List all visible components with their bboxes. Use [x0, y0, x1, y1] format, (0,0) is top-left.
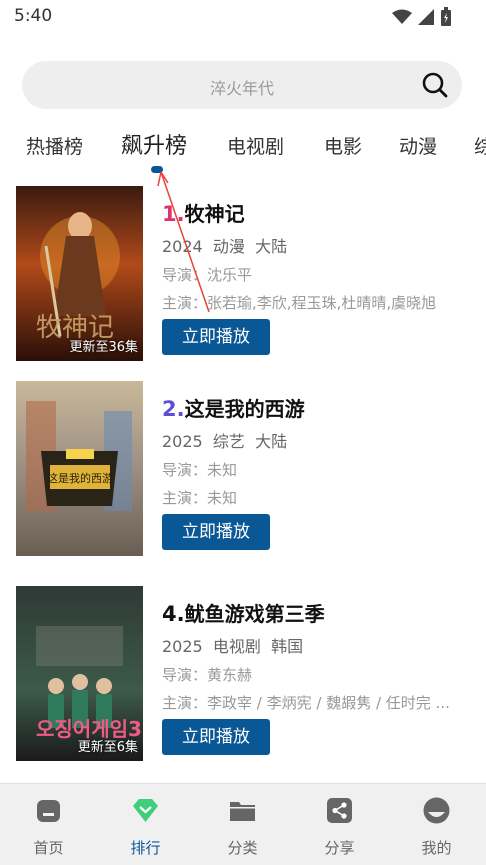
region: 大陆	[255, 432, 288, 451]
play-button[interactable]: 立即播放	[162, 514, 270, 550]
nav-label: 分享	[324, 839, 355, 857]
director-label: 导演：	[162, 666, 208, 684]
nav-profile[interactable]: 我的	[388, 784, 485, 865]
nav-label: 分类	[227, 839, 258, 857]
cast-line: 主演：张若瑜,李欣,程玉珠,杜晴晴,虞晓旭	[162, 292, 462, 313]
category-tabs: 热播榜 飙升榜 电视剧 电影 动漫 综	[0, 126, 486, 166]
profile-icon	[423, 797, 450, 824]
genre: 综艺	[212, 432, 245, 451]
item-title: 2.这是我的西游	[162, 393, 305, 422]
search-input[interactable]: 淬火年代	[22, 75, 462, 99]
episode-badge: 更新至36集	[69, 340, 138, 355]
director-line: 导演：沈乐平	[162, 264, 252, 285]
cast-label: 主演：	[162, 294, 208, 312]
rank-icon	[133, 799, 158, 822]
item-meta: 2025 电视剧 韩国	[162, 633, 303, 657]
nav-label: 排行	[130, 839, 161, 857]
cast-line: 主演：未知	[162, 487, 462, 508]
status-bar: 5:40	[0, 0, 486, 34]
episode-badge: 更新至6集	[77, 740, 138, 755]
genre: 动漫	[212, 237, 245, 256]
battery-icon	[441, 7, 451, 26]
director-label: 导演：	[162, 461, 208, 479]
genre: 电视剧	[212, 637, 261, 656]
list-item[interactable]: 오징어게임3 更新至6集 4.鱿鱼游戏第三季 2025 电视剧 韩国 导演：黄东…	[0, 580, 486, 761]
director-value: 黄东赫	[207, 666, 253, 684]
cast-value: 未知	[207, 489, 238, 507]
search-icon[interactable]	[422, 72, 448, 98]
cast-label: 主演：	[162, 489, 208, 507]
tab-movie[interactable]: 电影	[324, 132, 362, 159]
poster-image[interactable]: 这是我的西游	[16, 381, 143, 556]
status-time: 5:40	[14, 6, 53, 26]
year: 2025	[162, 637, 203, 656]
list-item[interactable]: 牧神记 更新至36集 1.牧神记 2024 动漫 大陆 导演：沈乐平 主演：张若…	[0, 180, 486, 361]
rank-number: 1.	[162, 202, 185, 226]
nav-home[interactable]: 首页	[0, 784, 97, 865]
play-button[interactable]: 立即播放	[162, 319, 270, 355]
director-label: 导演：	[162, 266, 208, 284]
director-line: 导演：未知	[162, 459, 237, 480]
rank-number: 2.	[162, 397, 185, 421]
poster-image[interactable]: 오징어게임3 更新至6集	[16, 586, 143, 761]
cast-value: 李政宰 / 李炳宪 / 魏嘏隽 / 任时完 ...	[207, 694, 450, 712]
status-icons	[392, 7, 452, 27]
nav-label: 首页	[33, 839, 64, 857]
poster-art: 这是我的西游	[16, 381, 143, 556]
wifi-icon	[392, 9, 412, 24]
title-text: 这是我的西游	[184, 397, 305, 421]
cast-label: 主演：	[162, 694, 208, 712]
title-text: 鱿鱼游戏第三季	[184, 602, 325, 626]
nav-category[interactable]: 分类	[194, 784, 291, 865]
tab-hot[interactable]: 热播榜	[26, 132, 83, 159]
svg-text:这是我的西游: 这是我的西游	[47, 471, 113, 485]
cast-value: 张若瑜,李欣,程玉珠,杜晴晴,虞晓旭	[207, 294, 437, 312]
director-value: 未知	[207, 461, 238, 479]
year: 2025	[162, 432, 203, 451]
year: 2024	[162, 237, 203, 256]
region: 大陆	[255, 237, 288, 256]
item-meta: 2025 综艺 大陆	[162, 428, 287, 452]
nav-rank[interactable]: 排行	[97, 784, 194, 865]
poster-image[interactable]: 牧神记 更新至36集	[16, 186, 143, 361]
bottom-nav: 首页 排行 分类 分享 我的	[0, 783, 486, 865]
item-title: 1.牧神记	[162, 198, 245, 227]
tab-variety[interactable]: 综	[474, 132, 486, 159]
tab-tv[interactable]: 电视剧	[227, 132, 284, 159]
search-bar[interactable]: 淬火年代	[22, 61, 462, 109]
cast-line: 主演：李政宰 / 李炳宪 / 魏嘏隽 / 任时完 ...	[162, 692, 462, 713]
list-item[interactable]: 这是我的西游 2.这是我的西游 2025 综艺 大陆 导演：未知 主演：未知 立…	[0, 375, 486, 556]
play-button[interactable]: 立即播放	[162, 719, 270, 755]
director-value: 沈乐平	[207, 266, 253, 284]
tab-indicator	[151, 166, 163, 173]
tab-rising[interactable]: 飙升榜	[121, 128, 187, 160]
rank-number: 4.	[162, 602, 185, 626]
signal-icon	[418, 9, 434, 25]
director-line: 导演：黄东赫	[162, 664, 252, 685]
folder-icon	[230, 802, 255, 821]
nav-label: 我的	[421, 839, 452, 857]
poster-art: 오징어게임3	[16, 586, 143, 761]
poster-art: 牧神记	[16, 186, 143, 361]
nav-share[interactable]: 分享	[291, 784, 388, 865]
title-text: 牧神记	[184, 202, 245, 226]
region: 韩国	[271, 637, 304, 656]
tab-anime[interactable]: 动漫	[399, 132, 437, 159]
item-meta: 2024 动漫 大陆	[162, 233, 287, 257]
item-title: 4.鱿鱼游戏第三季	[162, 598, 325, 627]
share-icon	[327, 798, 352, 823]
home-icon	[37, 800, 60, 822]
